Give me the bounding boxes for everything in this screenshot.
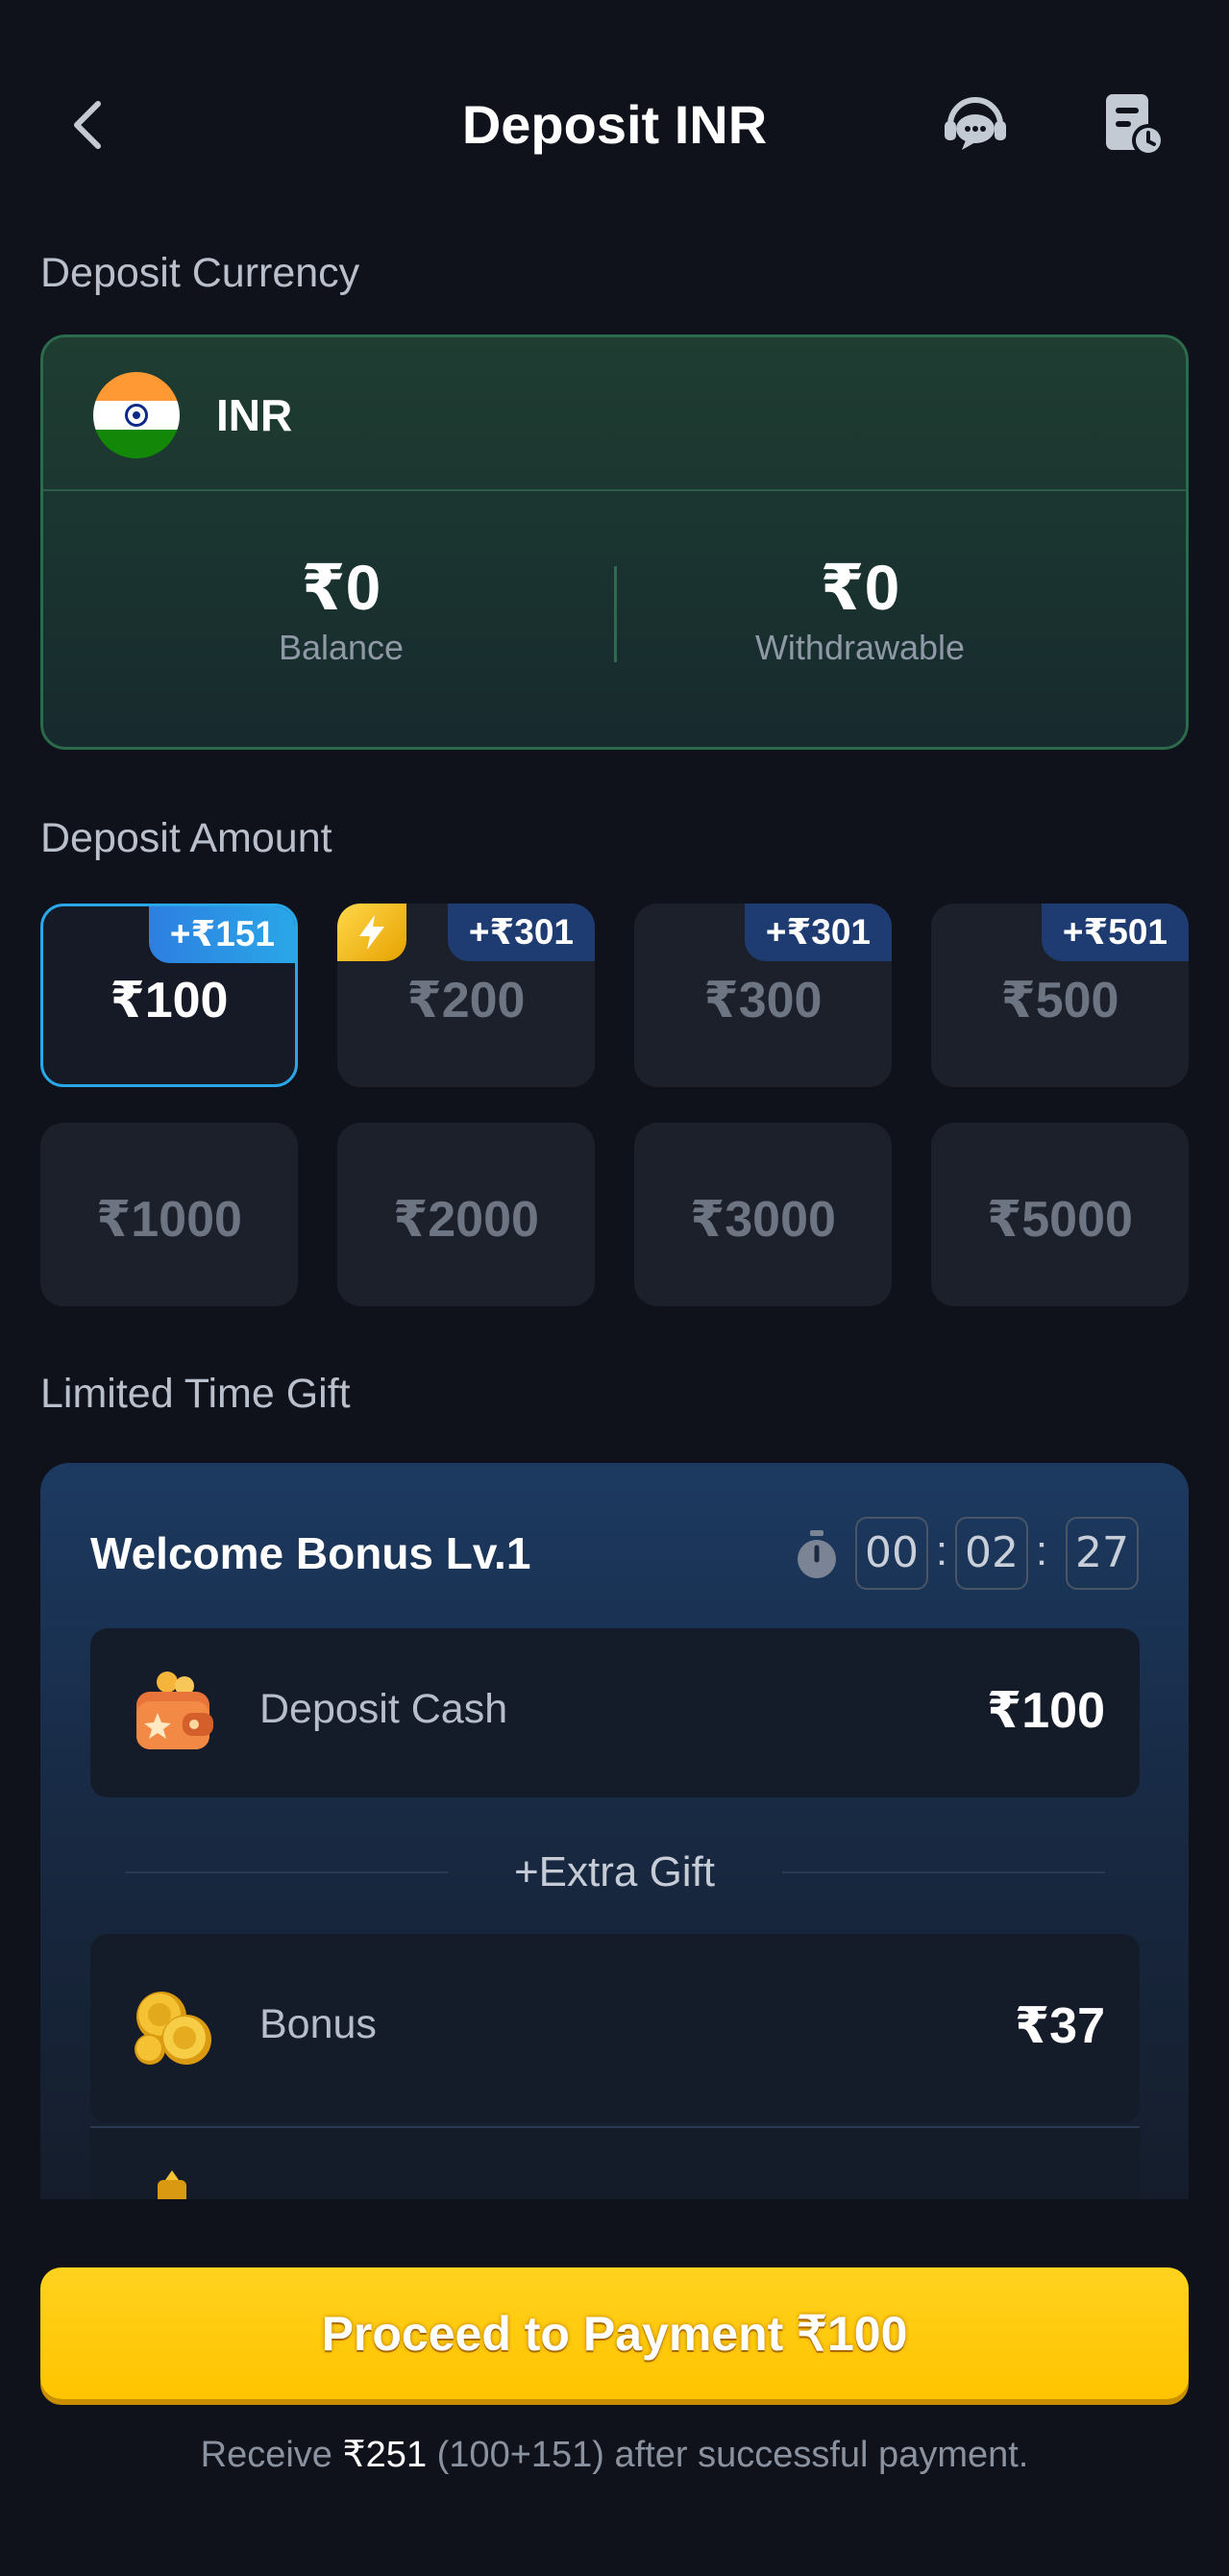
- amount-value: ₹500: [1000, 972, 1119, 1028]
- wallet-icon: [136, 1672, 213, 1749]
- currency-card[interactable]: INR ₹0 Balance ₹0 Withdrawable: [40, 334, 1189, 750]
- timer-minutes: 02: [955, 1517, 1028, 1590]
- payment-note: Receive ₹251 (100+151) after successful …: [0, 2432, 1229, 2478]
- amount-option-2000[interactable]: ₹2000: [337, 1123, 595, 1306]
- india-flag-icon: [93, 372, 180, 458]
- withdrawable-block: ₹0 Withdrawable: [601, 551, 1119, 668]
- amount-section-label: Deposit Amount: [40, 815, 332, 861]
- amount-option-100[interactable]: +₹151 ₹100: [40, 904, 298, 1087]
- amount-option-500[interactable]: +₹501 ₹500: [931, 904, 1189, 1087]
- reward-icon: [158, 2170, 186, 2203]
- bonus-badge: +₹301: [447, 904, 595, 961]
- stopwatch-icon: [798, 1530, 836, 1578]
- currency-selector[interactable]: INR: [43, 337, 1186, 491]
- note-prefix: Receive: [200, 2435, 332, 2475]
- balance-label: Balance: [278, 628, 405, 667]
- amount-value: ₹3000: [690, 1191, 836, 1248]
- bonus-row: Bonus ₹37: [90, 1934, 1140, 2122]
- lightning-icon: [337, 904, 406, 961]
- gift-title: Welcome Bonus Lv.1: [90, 1528, 531, 1578]
- timer-separator: :: [1035, 1527, 1048, 1574]
- note-amount: ₹251: [342, 2435, 428, 2475]
- amount-value: ₹100: [110, 972, 229, 1028]
- withdrawable-label: Withdrawable: [754, 628, 966, 667]
- amount-value: ₹200: [406, 972, 526, 1028]
- amount-option-5000[interactable]: ₹5000: [931, 1123, 1189, 1306]
- timer-seconds: 27: [1066, 1517, 1139, 1590]
- amount-value: ₹1000: [96, 1191, 242, 1248]
- balance-block: ₹0 Balance: [82, 551, 601, 668]
- withdrawable-value: ₹0: [820, 552, 900, 623]
- amount-value: ₹5000: [987, 1191, 1133, 1248]
- amount-option-1000[interactable]: ₹1000: [40, 1123, 298, 1306]
- extra-gift-divider-right: [782, 1871, 1105, 1873]
- balance-value: ₹0: [301, 552, 381, 623]
- next-reward-row: [90, 2126, 1140, 2203]
- timer-separator: :: [935, 1527, 948, 1574]
- amount-value: ₹2000: [393, 1191, 539, 1248]
- header: Deposit INR: [0, 67, 1229, 183]
- bonus-value: ₹37: [1014, 1998, 1105, 2054]
- bonus-badge: +₹301: [744, 904, 892, 961]
- page-title: Deposit INR: [461, 94, 768, 155]
- currency-section-label: Deposit Currency: [40, 250, 360, 296]
- bonus-label: Bonus: [259, 2001, 377, 2047]
- amount-option-300[interactable]: +₹301 ₹300: [634, 904, 892, 1087]
- bonus-badge: +₹501: [1041, 904, 1189, 961]
- gift-section-label: Limited Time Gift: [40, 1371, 351, 1417]
- deposit-cash-row: Deposit Cash ₹100: [90, 1628, 1140, 1797]
- gift-card: Welcome Bonus Lv.1 00 : 02 : 27 Deposit …: [40, 1463, 1189, 2203]
- deposit-cash-value: ₹100: [987, 1683, 1105, 1739]
- note-suffix: (100+151) after successful payment.: [436, 2435, 1029, 2475]
- gold-coins-icon: [135, 1992, 211, 2065]
- proceed-to-payment-button[interactable]: Proceed to Payment ₹100: [40, 2267, 1189, 2399]
- deposit-records-icon[interactable]: [1100, 90, 1169, 160]
- currency-code: INR: [216, 390, 293, 440]
- amount-option-200[interactable]: +₹301 ₹200: [337, 904, 595, 1087]
- timer-hours: 00: [855, 1517, 928, 1590]
- deposit-cash-label: Deposit Cash: [259, 1686, 508, 1732]
- customer-support-icon[interactable]: [937, 87, 1014, 163]
- amount-option-3000[interactable]: ₹3000: [634, 1123, 892, 1306]
- amount-value: ₹300: [703, 972, 823, 1028]
- deposit-page: Deposit INR Deposit Currency INR ₹0 Bala…: [0, 0, 1229, 2576]
- bonus-badge: +₹151: [148, 906, 295, 963]
